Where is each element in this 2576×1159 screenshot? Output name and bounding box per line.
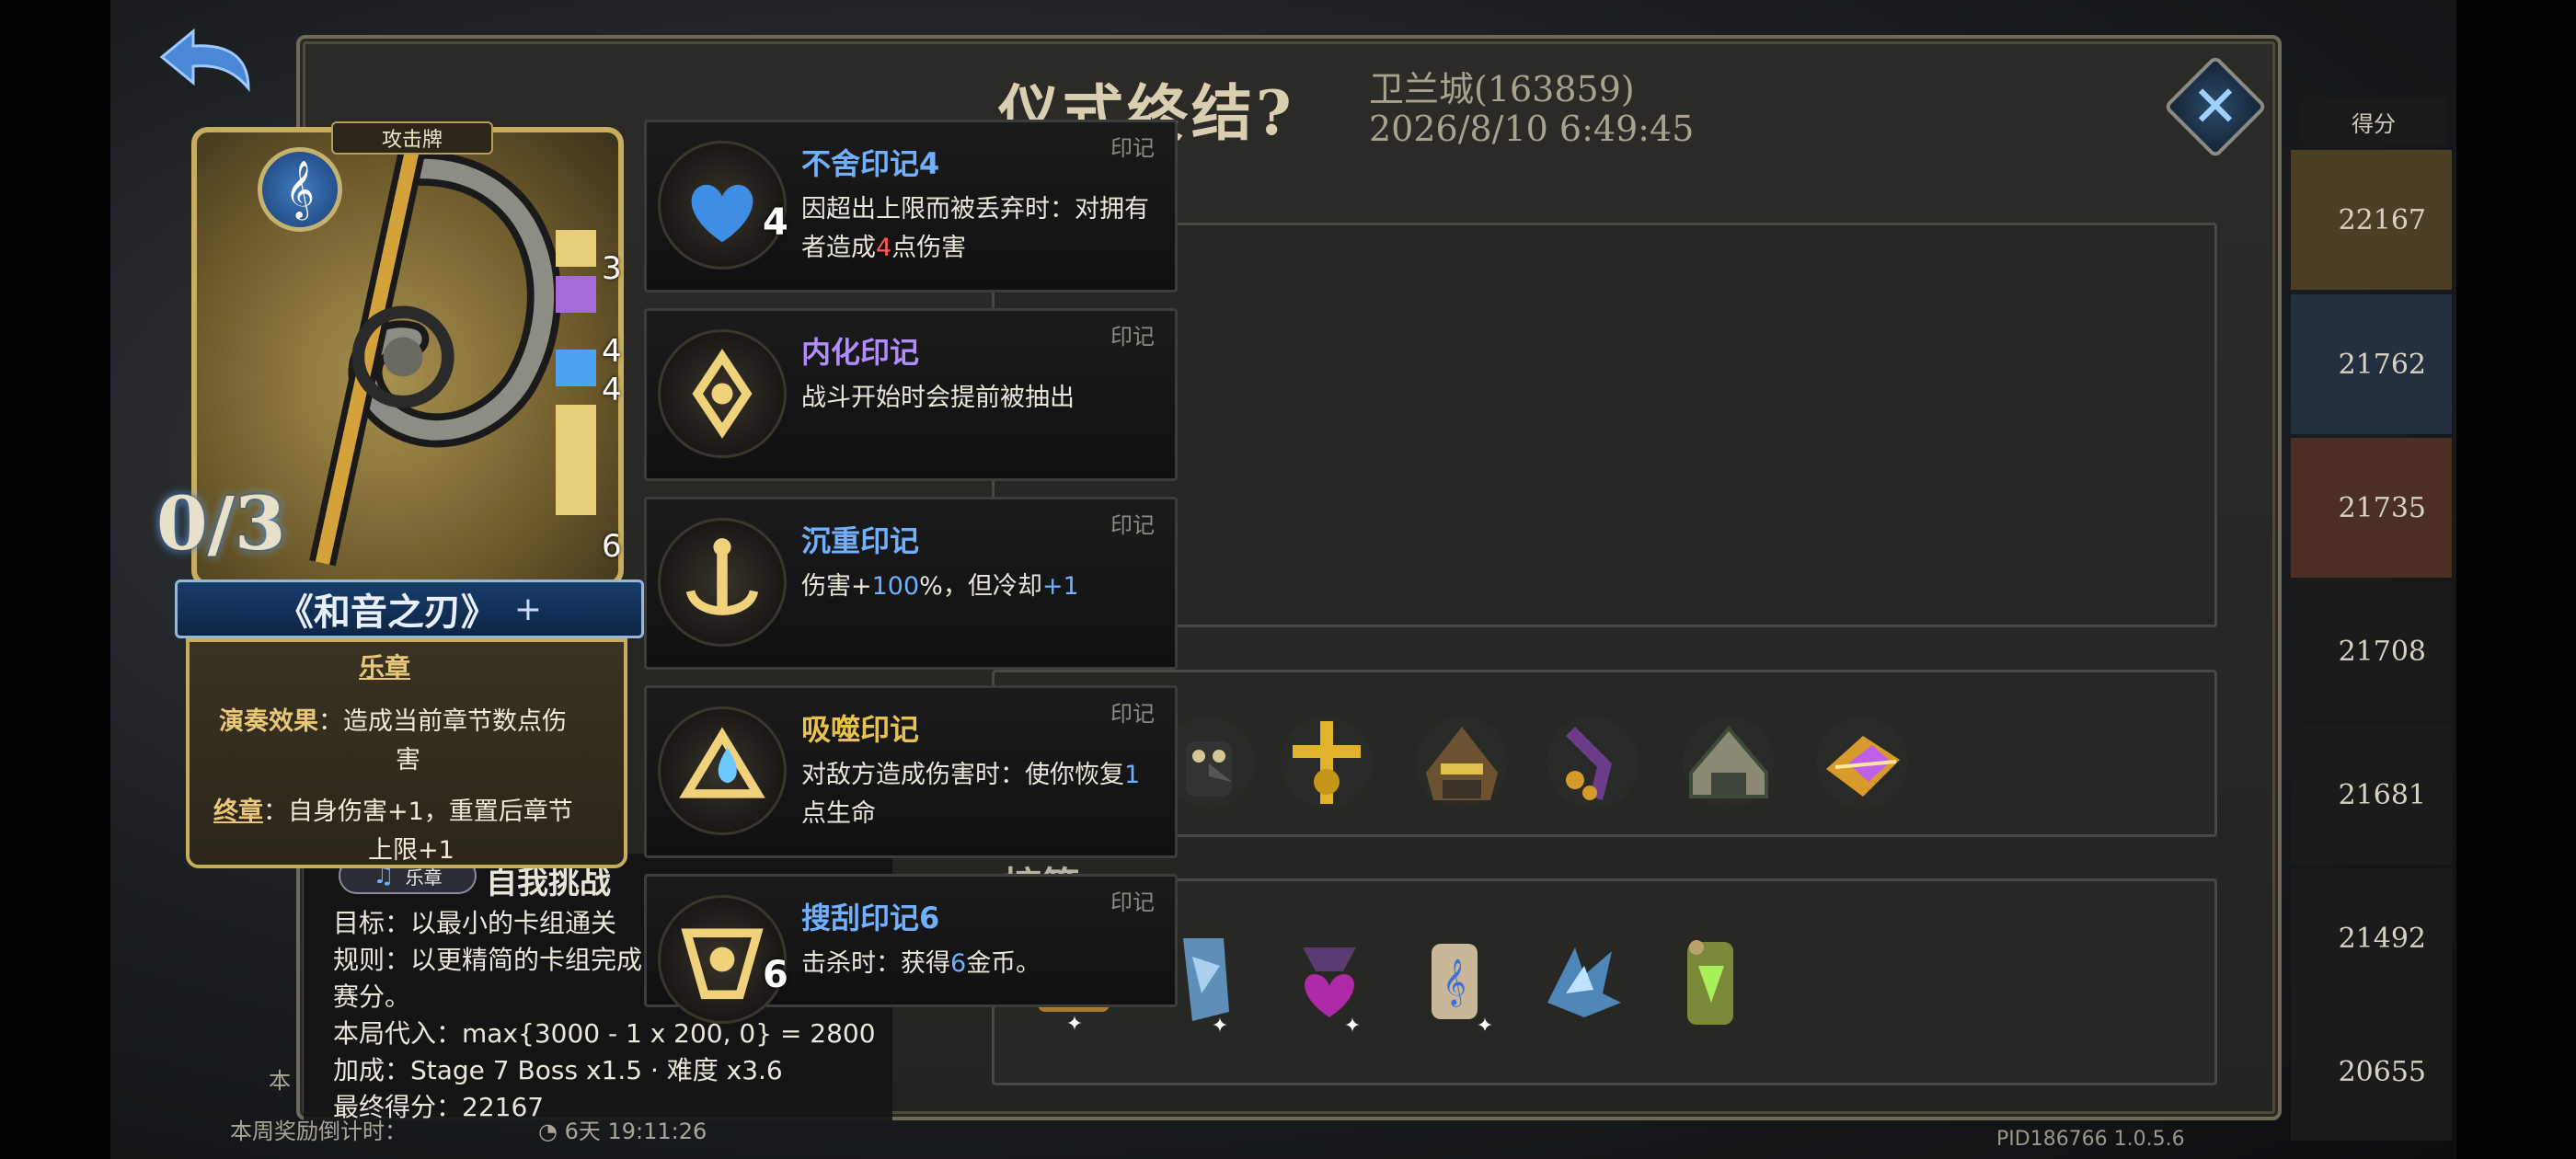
card-final-line-2: 上限+1 bbox=[368, 836, 454, 865]
mark-desc-3-a: 伤害+ bbox=[801, 572, 872, 601]
score-cell[interactable]: 21735 bbox=[2291, 438, 2452, 578]
card-final-label[interactable]: 终章 bbox=[213, 798, 263, 826]
card-effect-text-1: ：造成当前章节数点伤 bbox=[318, 707, 567, 736]
mark-tag-3: 印记 bbox=[1110, 512, 1155, 538]
mark-desc-1-c: 点伤害 bbox=[891, 234, 967, 262]
stack-count-2: 4 bbox=[602, 333, 622, 370]
mark-tooltip-4: 印记 吸噬印记 对敌方造成伤害时：使你恢复1 点生命 bbox=[644, 685, 1178, 858]
card-type-tab: 攻击牌 bbox=[331, 121, 493, 155]
mark-tag-4: 印记 bbox=[1110, 701, 1155, 727]
mark-tag-2: 印记 bbox=[1110, 324, 1155, 350]
mark-tooltip-5: 6 印记 搜刮印记6 击杀时：获得6金币。 bbox=[644, 874, 1178, 1024]
letterbox-left bbox=[0, 0, 110, 1159]
challenge-bonus: 加成：Stage 7 Boss x1.5 · 难度 x3.6 bbox=[333, 1055, 783, 1085]
close-icon[interactable]: ✕ bbox=[2179, 70, 2252, 143]
score-cell[interactable]: 21492 bbox=[2291, 868, 2452, 1008]
stone-arch-icon[interactable] bbox=[1674, 708, 1783, 817]
mark-desc-3-d: +1 bbox=[1041, 572, 1079, 601]
mark-desc-3-c: %，但冷却 bbox=[919, 572, 1042, 601]
mark-desc-4-b: 1 bbox=[1124, 761, 1141, 789]
mark-tag-5: 印记 bbox=[1110, 889, 1155, 915]
svg-text:𝄞: 𝄞 bbox=[1443, 958, 1466, 1007]
mark-desc-5-c: 金币。 bbox=[966, 949, 1041, 978]
card-final-line-1: 终章：自身伤害+1，重置后章节 bbox=[213, 791, 573, 827]
dialog-location: 卫兰城(163859) bbox=[1369, 69, 1635, 109]
mark-title-4: 吸噬印记 bbox=[801, 712, 920, 747]
player-id-version: PID186766 1.0.5.6 bbox=[1996, 1128, 2185, 1151]
card-name: 《和音之刃》 bbox=[276, 591, 498, 634]
challenge-rule-1: 规则：以更精简的卡组完成 bbox=[333, 945, 643, 975]
mark-tooltip-1: 4 印记 不舍印记4 因超出上限而被丢弃时：对拥有者造成4点伤害 bbox=[644, 120, 1178, 293]
score-column-header: 得分 bbox=[2300, 98, 2447, 145]
mark-desc-1: 因超出上限而被丢弃时：对拥有者造成4点伤害 bbox=[801, 190, 1160, 268]
mark-stack-5: 6 bbox=[763, 954, 788, 996]
back-arrow-icon[interactable] bbox=[156, 24, 258, 98]
card-effect-line-1: 演奏效果：造成当前章节数点伤 bbox=[219, 701, 567, 737]
card-keyword[interactable]: 乐章 bbox=[359, 648, 410, 684]
frost-claw-icon[interactable] bbox=[1529, 929, 1638, 1038]
anchor-mark-icon bbox=[658, 518, 787, 647]
mark-desc-3-b: 100 bbox=[871, 572, 920, 601]
score-cell[interactable]: 22167 bbox=[2291, 150, 2452, 290]
mark-desc-5: 击杀时：获得6金币。 bbox=[801, 945, 1160, 983]
challenge-rule-2: 赛分。 bbox=[333, 981, 411, 1012]
mark-desc-3: 伤害+100%，但冷却+1 bbox=[801, 568, 1160, 606]
drop-mark-icon bbox=[658, 706, 787, 835]
mark-desc-2: 战斗开始时会提前被抽出 bbox=[801, 384, 1075, 412]
card-name-banner[interactable]: 《和音之刃》 + bbox=[175, 580, 644, 638]
purple-slingshot-icon[interactable] bbox=[1538, 708, 1647, 817]
masked-helm-icon[interactable] bbox=[1408, 708, 1516, 817]
dialog-datetime: 2026/8/10 6:49:45 bbox=[1369, 109, 1695, 149]
music-scroll-icon[interactable]: 𝄞✦ bbox=[1404, 929, 1512, 1038]
score-cell[interactable]: 21762 bbox=[2291, 294, 2452, 434]
treble-clef-icon: 𝄞 bbox=[258, 147, 342, 232]
card-upgrade-plus: + bbox=[513, 590, 543, 628]
challenge-target: 目标：以最小的卡组通关 bbox=[333, 908, 617, 938]
card-effect-label: 演奏效果 bbox=[219, 707, 318, 736]
card-effect-line-2: 害 bbox=[396, 746, 420, 775]
heart-potion-icon[interactable]: ✦ bbox=[1275, 929, 1384, 1038]
rune-mark-icon bbox=[658, 329, 787, 458]
stack-count-3: 4 bbox=[602, 372, 622, 408]
score-cell[interactable]: 21708 bbox=[2291, 581, 2452, 721]
mark-desc-1-b: 4 bbox=[876, 234, 892, 262]
letterbox-right bbox=[2456, 0, 2576, 1159]
mark-tooltip-3: 印记 沉重印记 伤害+100%，但冷却+1 bbox=[644, 497, 1178, 670]
svg-text:✦: ✦ bbox=[1066, 1013, 1083, 1036]
crystal-shard-icon[interactable] bbox=[1808, 708, 1916, 817]
mark-title-2: 内化印记 bbox=[801, 335, 920, 370]
mark-tooltip-2: 印记 内化印记 战斗开始时会提前被抽出 bbox=[644, 308, 1178, 481]
golden-cross-icon[interactable] bbox=[1272, 708, 1381, 817]
score-cell[interactable]: 21681 bbox=[2291, 725, 2452, 865]
score-cell[interactable]: 20655 bbox=[2291, 1003, 2452, 1141]
mark-desc-4-a: 对敌方造成伤害时：使你恢复 bbox=[801, 761, 1124, 789]
stack-count-4: 6 bbox=[602, 528, 622, 565]
mark-desc-1-a: 因超出上限而被丢弃时：对拥有者造成 bbox=[801, 195, 1149, 262]
mark-desc-4: 对敌方造成伤害时：使你恢复1 点生命 bbox=[801, 756, 1160, 833]
weekly-reward-timer: ◔ 6天 19:11:26 bbox=[538, 1113, 707, 1145]
card-final-text-1: ：自身伤害+1，重置后章节 bbox=[263, 798, 573, 826]
mark-strip-icon bbox=[556, 230, 596, 515]
weekly-reward-timer-value: 6天 19:11:26 bbox=[564, 1119, 707, 1144]
clock-icon: ◔ bbox=[538, 1119, 565, 1144]
weekly-reward-label: 本周奖励倒计时： bbox=[230, 1119, 407, 1144]
mark-title-1: 不舍印记4 bbox=[801, 146, 940, 181]
footer-cut-text: 本 bbox=[269, 1068, 291, 1094]
mark-tag-1: 印记 bbox=[1110, 135, 1155, 161]
mark-desc-5-b: 6 bbox=[950, 949, 967, 978]
green-scroll-icon[interactable] bbox=[1656, 929, 1765, 1038]
mark-desc-5-a: 击杀时：获得 bbox=[801, 949, 950, 978]
mark-title-5: 搜刮印记6 bbox=[801, 901, 940, 935]
challenge-formula: 本局代入：max{3000 - 1 x 200, 0} = 2800 bbox=[333, 1018, 876, 1049]
mark-stack-1: 4 bbox=[763, 201, 788, 244]
mark-desc-4-c: 点生命 bbox=[801, 799, 876, 828]
mark-title-3: 沉重印记 bbox=[801, 523, 920, 558]
stack-count-1: 3 bbox=[602, 250, 622, 287]
card-cost: 0/3 bbox=[156, 480, 286, 567]
